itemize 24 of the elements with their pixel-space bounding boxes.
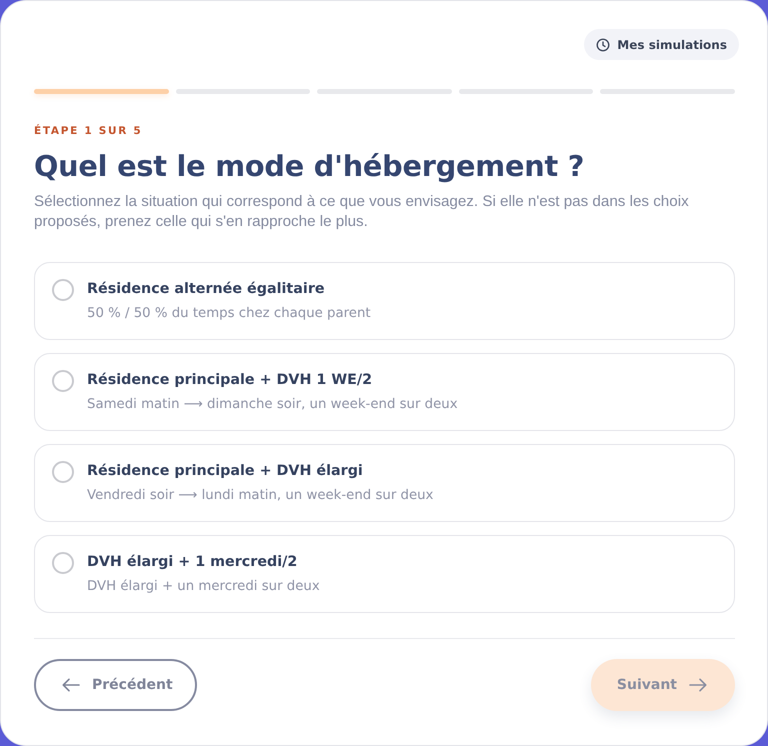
radio-button[interactable] bbox=[52, 461, 74, 483]
option-title: Résidence principale + DVH élargi bbox=[87, 462, 363, 481]
option-card[interactable]: Résidence principale + DVH 1 WE/2 Samedi matin ⟶ dimanche soir, un week-end sur deux bbox=[34, 353, 735, 431]
option-card[interactable]: Résidence principale + DVH élargi Vendredi soir ⟶ lundi matin, un week-end sur deux bbox=[34, 444, 735, 522]
page-title: Quel est le mode d'hébergement ? bbox=[34, 148, 586, 184]
option-card[interactable]: Résidence alternée égalitaire 50 % / 50 % du temps chez chaque parent bbox=[34, 262, 735, 340]
step-label: ÉTAPE 1 SUR 5 bbox=[34, 125, 144, 137]
arrow-right-icon bbox=[689, 678, 707, 692]
radio-button[interactable] bbox=[52, 552, 74, 574]
arrow-left-icon bbox=[62, 678, 80, 692]
option-title: Résidence alternée égalitaire bbox=[87, 280, 325, 299]
option-card[interactable]: DVH élargi + 1 mercredi/2 DVH élargi + un mercredi sur deux bbox=[34, 535, 735, 613]
radio-button[interactable] bbox=[52, 370, 74, 392]
clock-icon bbox=[596, 38, 610, 52]
description: Sélectionnez la situation qui correspond à ce que vous envisagez. Si elle n'est pas dans les choix proposés, prenez celle qui s'en rapproche le plus. bbox=[34, 192, 690, 232]
back-button[interactable]: Précédent bbox=[34, 659, 197, 711]
radio-button[interactable] bbox=[52, 279, 74, 301]
option-subtitle: Samedi matin ⟶ dimanche soir, un week-end sur deux bbox=[87, 396, 458, 414]
option-title: DVH élargi + 1 mercredi/2 bbox=[87, 553, 298, 572]
option-subtitle: Vendredi soir ⟶ lundi matin, un week-end sur deux bbox=[87, 487, 434, 505]
history-button[interactable]: Mes simulations bbox=[584, 29, 739, 60]
option-title: Résidence principale + DVH 1 WE/2 bbox=[87, 371, 372, 390]
option-subtitle: DVH élargi + un mercredi sur deux bbox=[87, 578, 320, 596]
option-subtitle: 50 % / 50 % du temps chez chaque parent bbox=[87, 305, 371, 323]
